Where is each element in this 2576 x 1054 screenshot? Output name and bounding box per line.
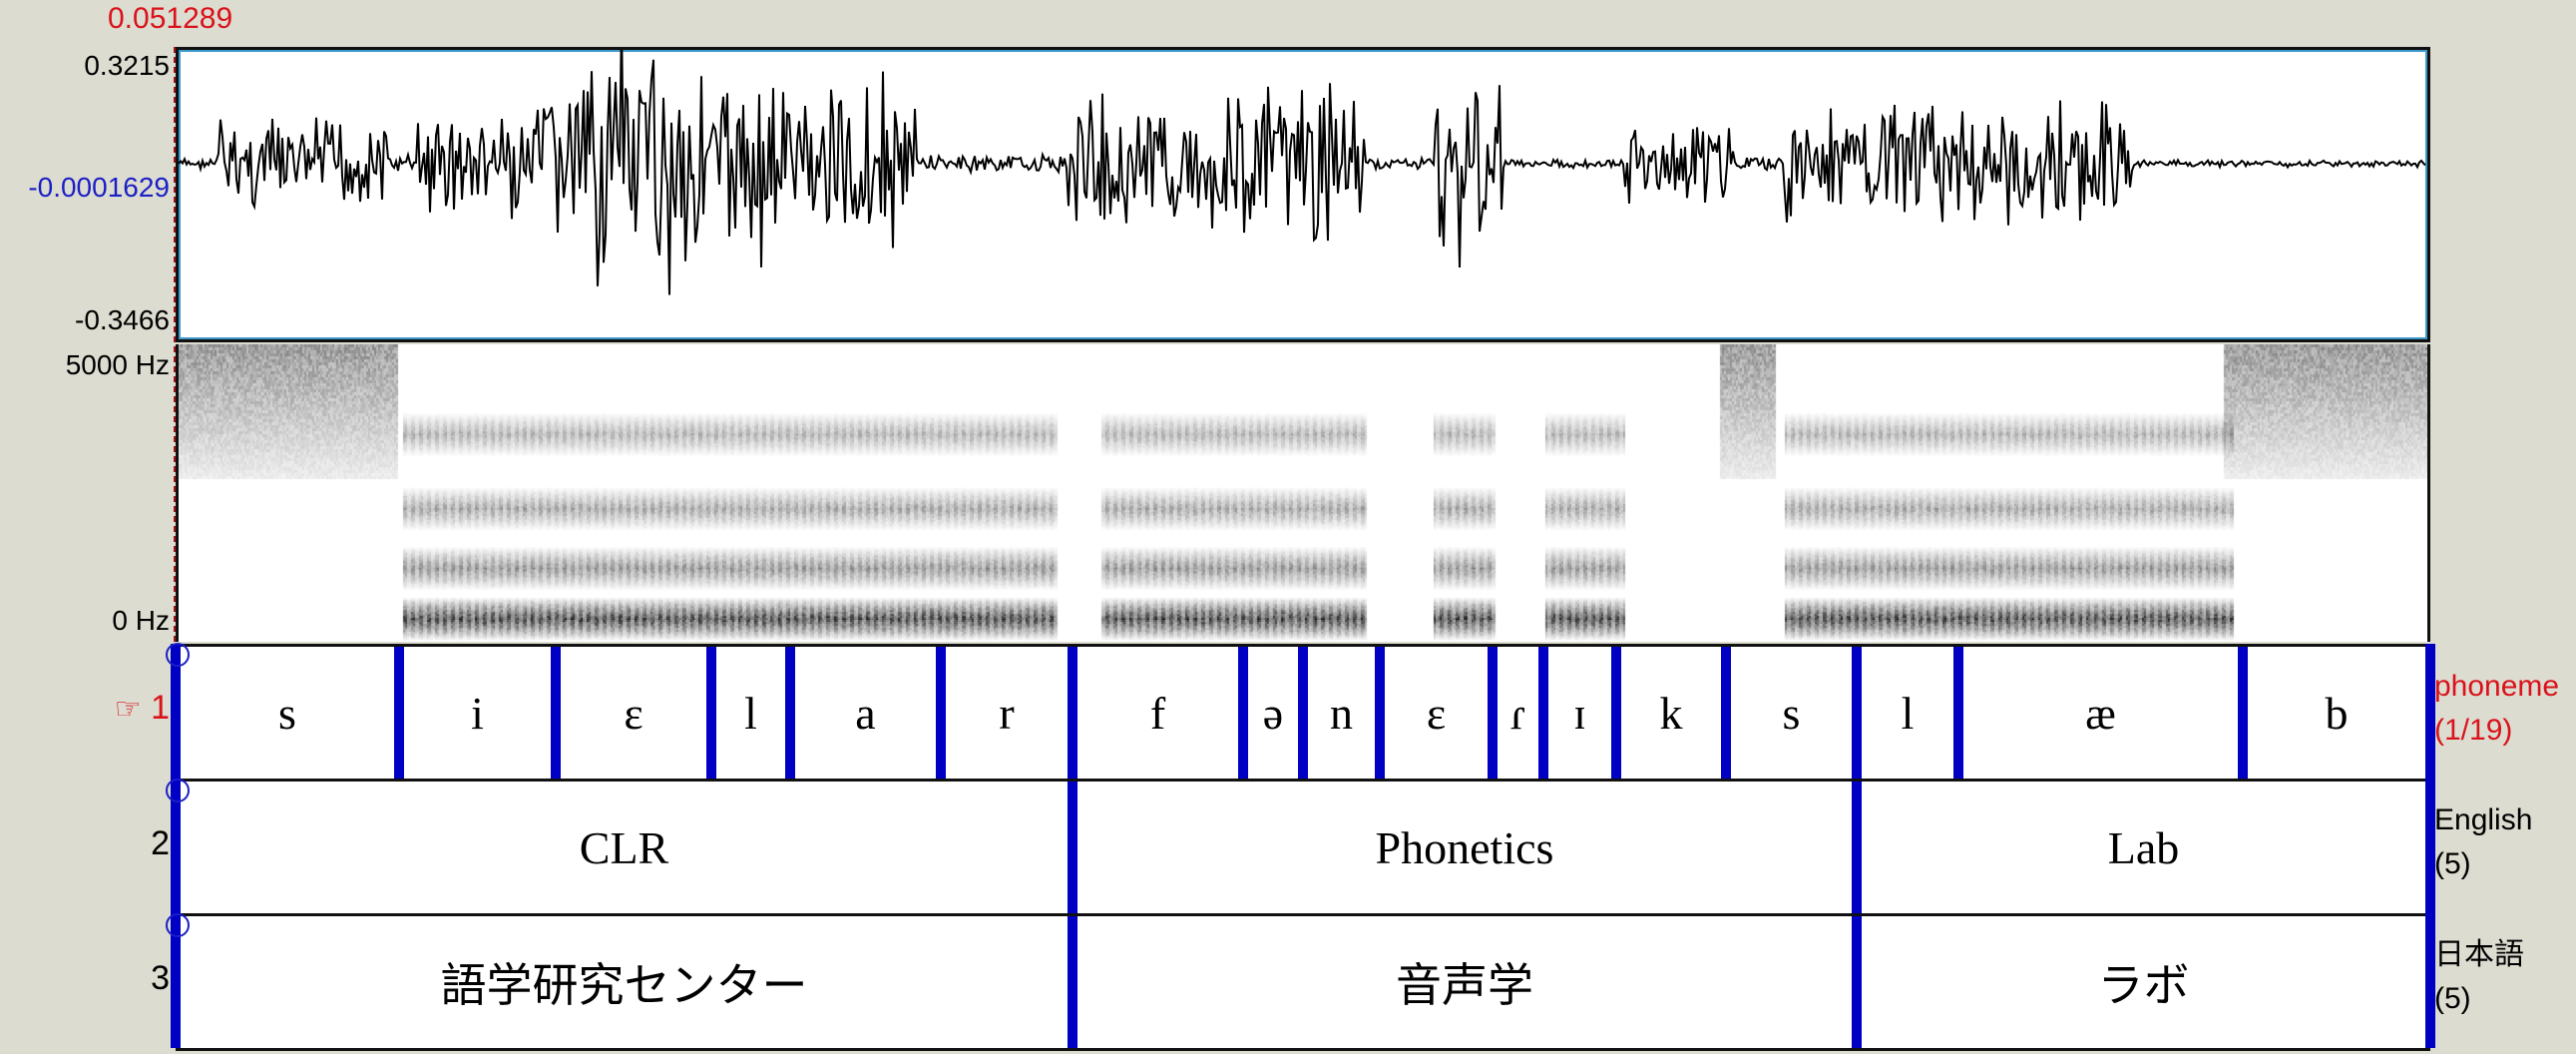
interval-1-10[interactable]: ɛ: [1380, 647, 1493, 779]
boundary-marker[interactable]: [1238, 647, 1248, 779]
waveform-plot: [179, 50, 2426, 295]
interval-1-7[interactable]: f: [1073, 647, 1243, 779]
waveform-trace: [179, 50, 2426, 295]
boundary-marker[interactable]: [785, 647, 795, 779]
boundary-marker[interactable]: [1852, 782, 1862, 913]
pointing-hand-icon: ☞: [114, 693, 142, 726]
tier-japanese[interactable]: 語学研究センター 音声学 ラボ: [176, 913, 2430, 1051]
interval-1-14[interactable]: s: [1726, 647, 1857, 779]
interval-1-5[interactable]: a: [790, 647, 941, 779]
cursor-time-label: 0.051289: [108, 2, 233, 35]
tier-1-handle-icon[interactable]: [166, 643, 190, 667]
interval-1-2[interactable]: i: [399, 647, 556, 779]
waveform-cursor-value-label: -0.0001629: [28, 172, 170, 203]
spectrogram-max-freq-label: 5000 Hz: [65, 349, 170, 380]
tier-2-name[interactable]: English (5): [2434, 798, 2532, 886]
tier-2-handle-icon[interactable]: [166, 779, 190, 802]
boundary-marker[interactable]: [1488, 647, 1498, 779]
interval-1-3[interactable]: ɛ: [556, 647, 711, 779]
interval-2-1[interactable]: CLR: [176, 782, 1073, 913]
boundary-marker[interactable]: [1611, 647, 1621, 779]
waveform-min-label: -0.3466: [75, 304, 170, 335]
interval-1-11[interactable]: ɾ: [1493, 647, 1543, 779]
tier-english[interactable]: CLR Phonetics Lab: [176, 779, 2430, 913]
tier-1-name[interactable]: phoneme (1/19): [2434, 665, 2559, 753]
cursor-line[interactable]: [174, 47, 176, 642]
interval-3-3[interactable]: ラボ: [1857, 916, 2430, 1048]
interval-2-2[interactable]: Phonetics: [1073, 782, 1857, 913]
boundary-marker[interactable]: [1852, 647, 1862, 779]
interval-1-4[interactable]: l: [711, 647, 790, 779]
interval-1-17[interactable]: b: [2243, 647, 2430, 779]
boundary-marker[interactable]: [1538, 647, 1548, 779]
boundary-marker[interactable]: [1721, 647, 1731, 779]
boundary-marker[interactable]: [1375, 647, 1385, 779]
interval-1-9[interactable]: n: [1303, 647, 1380, 779]
waveform-panel[interactable]: [176, 47, 2430, 342]
boundary-marker[interactable]: [1068, 647, 1077, 779]
tier-3-name[interactable]: 日本語 (5): [2434, 933, 2524, 1021]
interval-3-1[interactable]: 語学研究センター: [176, 916, 1073, 1048]
boundary-marker[interactable]: [1298, 647, 1308, 779]
tier-3-handle-icon[interactable]: [166, 913, 190, 937]
spectrogram-panel[interactable]: [176, 344, 2430, 642]
interval-1-12[interactable]: ɪ: [1543, 647, 1616, 779]
boundary-marker[interactable]: [2238, 647, 2248, 779]
boundary-marker[interactable]: [1953, 647, 1963, 779]
tier-phoneme[interactable]: siɛlarfənɛɾɪkslæb: [176, 644, 2430, 779]
left-edge-boundary[interactable]: [171, 644, 181, 1048]
boundary-marker[interactable]: [1852, 916, 1862, 1048]
interval-1-16[interactable]: æ: [1958, 647, 2243, 779]
boundary-marker[interactable]: [394, 647, 404, 779]
boundary-marker[interactable]: [1068, 782, 1077, 913]
boundary-marker[interactable]: [706, 647, 716, 779]
tier-2-number[interactable]: 2: [110, 824, 170, 863]
waveform-max-label: 0.3215: [84, 50, 170, 81]
interval-2-3[interactable]: Lab: [1857, 782, 2430, 913]
tier-3-number[interactable]: 3: [110, 959, 170, 998]
interval-1-13[interactable]: k: [1616, 647, 1726, 779]
interval-1-1[interactable]: s: [176, 647, 399, 779]
boundary-marker[interactable]: [1068, 916, 1077, 1048]
boundary-marker[interactable]: [551, 647, 561, 779]
interval-3-2[interactable]: 音声学: [1073, 916, 1857, 1048]
boundary-marker[interactable]: [936, 647, 946, 779]
interval-1-6[interactable]: r: [941, 647, 1073, 779]
spectrogram-min-freq-label: 0 Hz: [112, 605, 170, 636]
spectrogram-image: [179, 344, 2427, 642]
interval-1-8[interactable]: ə: [1243, 647, 1303, 779]
tier-1-number[interactable]: ☞ 1: [96, 689, 170, 728]
interval-1-15[interactable]: l: [1857, 647, 1958, 779]
